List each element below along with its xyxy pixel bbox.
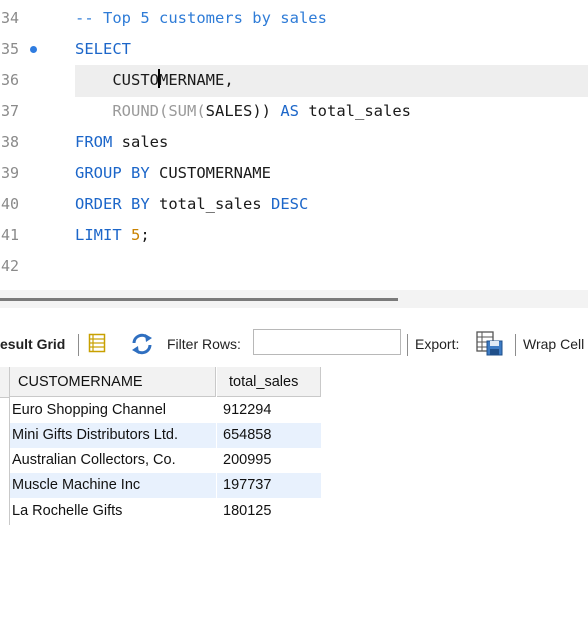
code-token: sales xyxy=(112,133,169,151)
filter-rows-label: Filter Rows: xyxy=(167,336,241,352)
code-token: ROUND(SUM( xyxy=(112,102,206,120)
toolbar-separator xyxy=(515,334,516,356)
line-number: 36 xyxy=(0,71,19,89)
line-number: 34 xyxy=(0,9,19,27)
column-header-customername[interactable]: CUSTOMERNAME xyxy=(10,367,216,397)
code-token: GROUP BY xyxy=(75,164,150,182)
code-line[interactable]: 40 ORDER BY total_sales DESC xyxy=(0,189,588,220)
refresh-icon[interactable] xyxy=(130,332,154,356)
cell-customername[interactable]: Euro Shopping Channel xyxy=(12,398,216,423)
code-line[interactable]: 36 CUSTOMERNAME, xyxy=(0,65,588,96)
line-number: 38 xyxy=(0,133,19,151)
cell-customername[interactable]: Mini Gifts Distributors Ltd. xyxy=(10,423,216,448)
export-icon[interactable] xyxy=(476,331,504,357)
code-token: AS xyxy=(271,102,309,120)
code-line[interactable]: 38 FROM sales xyxy=(0,127,588,158)
statement-marker-icon xyxy=(30,46,37,53)
code-line[interactable]: 39 GROUP BY CUSTOMERNAME xyxy=(0,158,588,189)
code-token: DESC xyxy=(270,195,309,213)
code-line[interactable]: 41 LIMIT 5; xyxy=(0,220,588,251)
code-line[interactable]: 34 -- Top 5 customers by sales xyxy=(0,3,588,34)
form-view-icon[interactable] xyxy=(88,333,108,353)
cell-total-sales[interactable]: 180125 xyxy=(217,499,321,524)
cell-customername[interactable]: La Rochelle Gifts xyxy=(12,499,216,524)
line-number: 39 xyxy=(0,164,19,182)
code-token: LIMIT xyxy=(75,226,122,244)
code-token: -- Top 5 customers by sales xyxy=(75,9,327,27)
code-token: ; xyxy=(140,226,150,244)
code-text: SELECT xyxy=(75,34,131,65)
code-token: CUSTO xyxy=(75,71,159,89)
row-gutter-line xyxy=(9,397,10,525)
code-token: FROM xyxy=(75,133,113,151)
code-text: ROUND(SUM(SALES)) AS total_sales xyxy=(75,96,411,127)
code-text: CUSTOMERNAME, xyxy=(75,65,234,96)
code-line[interactable]: 35 SELECT xyxy=(0,34,588,65)
column-header-total-sales[interactable]: total_sales xyxy=(217,367,321,397)
editor-scrollbar-thumb[interactable] xyxy=(0,298,398,301)
code-line[interactable]: 37 ROUND(SUM(SALES)) AS total_sales xyxy=(0,96,588,127)
result-toolbar: esult Grid Filter Rows: Export: Wrap Cel… xyxy=(0,325,588,363)
cell-total-sales[interactable]: 654858 xyxy=(217,423,321,448)
wrap-cell-label[interactable]: Wrap Cell xyxy=(523,336,584,352)
line-number: 42 xyxy=(0,257,19,275)
toolbar-separator xyxy=(407,334,408,356)
code-token: SELECT xyxy=(75,40,131,58)
code-text: -- Top 5 customers by sales xyxy=(75,3,327,34)
cell-total-sales[interactable]: 197737 xyxy=(217,473,321,498)
row-header-corner xyxy=(0,367,10,398)
result-grid-tab[interactable]: esult Grid xyxy=(0,336,65,352)
code-text: FROM sales xyxy=(75,127,168,158)
code-token: ORDER BY xyxy=(75,195,150,213)
code-text: GROUP BY CUSTOMERNAME xyxy=(75,158,271,189)
code-text: ORDER BY total_sales DESC xyxy=(75,189,308,220)
code-token: )) xyxy=(252,102,271,120)
code-token: MERNAME, xyxy=(159,71,234,89)
line-number: 37 xyxy=(0,102,19,120)
line-number: 40 xyxy=(0,195,19,213)
export-label: Export: xyxy=(415,336,460,352)
code-token: CUSTOMERNAME xyxy=(149,164,271,182)
cell-total-sales[interactable]: 200995 xyxy=(217,448,321,473)
sql-editor[interactable]: 34 -- Top 5 customers by sales 35 SELECT 36 … xyxy=(0,0,588,290)
code-line[interactable]: 42 xyxy=(0,251,588,282)
code-token: 5 xyxy=(131,226,141,244)
line-number: 41 xyxy=(0,226,19,244)
cell-customername[interactable]: Muscle Machine Inc xyxy=(10,473,216,498)
cell-total-sales[interactable]: 912294 xyxy=(217,398,321,423)
cell-customername[interactable]: Australian Collectors, Co. xyxy=(12,448,216,473)
filter-rows-input[interactable] xyxy=(253,329,401,355)
code-text: LIMIT 5; xyxy=(75,220,150,251)
line-number: 35 xyxy=(0,40,19,58)
code-token: SALES xyxy=(205,102,253,120)
code-token: total_sales xyxy=(308,102,411,120)
code-token: total_sales xyxy=(149,195,271,213)
toolbar-separator xyxy=(78,334,79,356)
